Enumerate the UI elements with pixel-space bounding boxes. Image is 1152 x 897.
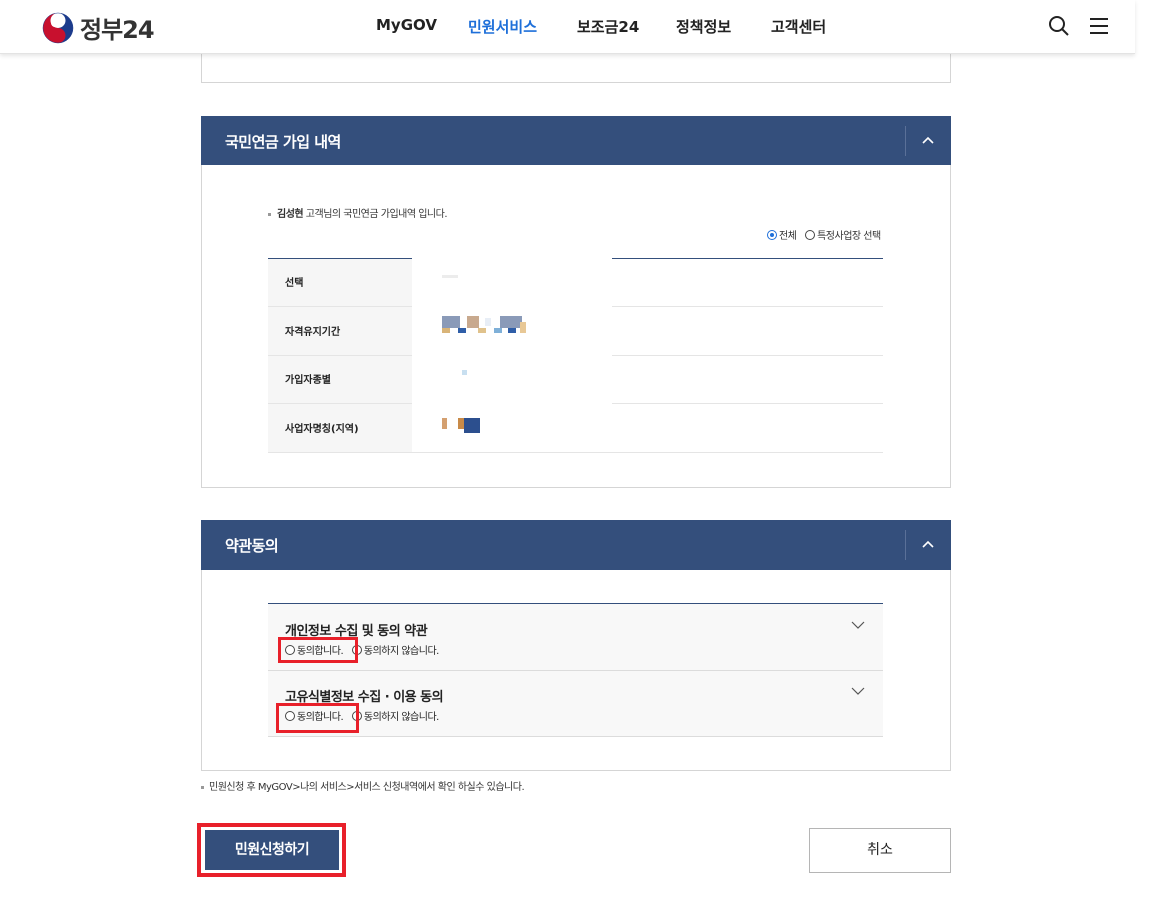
terms-collapse-toggle[interactable] (905, 530, 951, 560)
logo[interactable]: 정부24 (42, 10, 155, 45)
menu-icon[interactable] (1087, 14, 1111, 38)
row-label-business: 사업자명칭(지역) (268, 404, 412, 453)
filter-specific-option[interactable]: 특정사업장 선택 (805, 230, 881, 242)
cancel-button[interactable]: 취소 (809, 828, 951, 873)
pension-filter: 전체 특정사업장 선택 (767, 227, 881, 242)
row-label-period: 자격유지기간 (268, 307, 412, 356)
radio-unchecked-icon (805, 230, 816, 240)
gov-emblem-icon (42, 12, 74, 43)
submit-application-button[interactable]: 민원신청하기 (205, 830, 339, 870)
row-divider (412, 452, 883, 453)
bullet-icon (268, 212, 271, 216)
terms-item-unique-id[interactable]: 고유식별정보 수집 · 이용 동의 동의합니다. 동의하지 않습니다. (268, 671, 883, 737)
disagree-option[interactable]: 동의하지 않습니다. (351, 645, 439, 657)
pension-intro: 김성현 고객님의 국민연금 가입내역 입니다. (268, 205, 448, 220)
terms-section-header: 약관동의 (201, 520, 951, 570)
site-header: 정부24 MyGOV 민원서비스 보조금24 정책정보 고객센터 (0, 0, 1135, 54)
disagree-option[interactable]: 동의하지 않습니다. (351, 711, 439, 723)
chevron-up-icon (922, 136, 934, 144)
row-divider (612, 355, 883, 356)
terms-section-title: 약관동의 (225, 537, 279, 555)
pension-intro-text: 고객님의 국민연금 가입내역 입니다. (303, 209, 448, 220)
footer-note: 민원신청 후 MyGOV>나의 서비스>서비스 신청내역에서 확인 하실수 있습… (201, 778, 525, 793)
logo-text: 정부24 (80, 16, 155, 44)
bullet-icon (201, 785, 204, 789)
terms-item-privacy[interactable]: 개인정보 수집 및 동의 약관 동의합니다. 동의하지 않습니다. (268, 604, 883, 671)
row-label-type: 가입자종별 (268, 356, 412, 404)
chevron-up-icon (922, 540, 934, 548)
row-divider (612, 403, 883, 404)
search-icon[interactable] (1047, 14, 1071, 38)
table-top-border-right (612, 258, 883, 259)
nav-civil-service[interactable]: 민원서비스 (468, 16, 537, 37)
highlight-box (276, 703, 359, 733)
highlight-box (278, 637, 358, 663)
filter-all-option[interactable]: 전체 (767, 230, 797, 242)
nav-customer-center[interactable]: 고객센터 (771, 16, 826, 37)
nav-policy[interactable]: 정책정보 (676, 16, 731, 37)
radio-checked-icon (767, 230, 777, 240)
nav-subsidy[interactable]: 보조금24 (577, 16, 639, 37)
pension-section-header: 국민연금 가입 내역 (201, 116, 951, 166)
row-label-select: 선택 (268, 259, 412, 307)
customer-name: 김성현 (277, 209, 304, 220)
chevron-down-icon[interactable] (851, 620, 865, 630)
chevron-down-icon[interactable] (851, 686, 865, 696)
pension-section-title: 국민연금 가입 내역 (225, 133, 341, 151)
row-divider (612, 306, 883, 307)
pension-collapse-toggle[interactable] (905, 126, 951, 156)
nav-mygov[interactable]: MyGOV (376, 16, 437, 34)
